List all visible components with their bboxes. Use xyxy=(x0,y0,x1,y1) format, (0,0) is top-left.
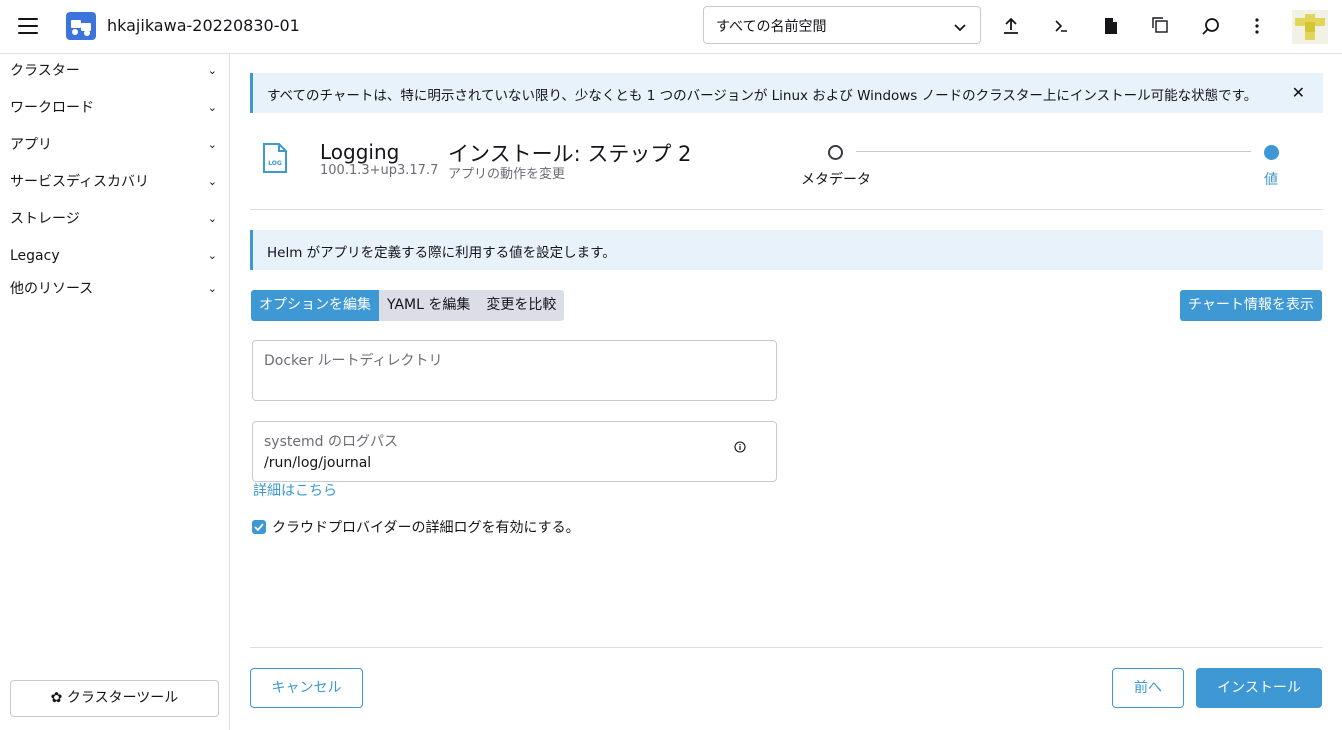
gear-icon: ✿ xyxy=(50,690,63,706)
chevron-down-icon: ⌄ xyxy=(207,64,217,77)
chevron-down-icon: ⌄ xyxy=(207,212,217,225)
tab-edit-yaml[interactable]: YAML を編集 xyxy=(379,290,479,321)
svg-text:LOG: LOG xyxy=(268,160,282,167)
cluster-tools-label: クラスターツール xyxy=(66,690,179,706)
windows-linux-banner: すべてのチャートは、特に明示されていない限り、少なくとも 1 つのバージョンが … xyxy=(250,73,1323,113)
sidebar-item-label: ワークロード xyxy=(10,100,94,116)
field-label: systemd のログパス xyxy=(264,434,398,450)
sidebar-item-label: 他のリソース xyxy=(10,281,94,297)
helm-info-banner: Helm がアプリを定義する際に利用する値を設定します。 xyxy=(250,230,1323,270)
namespace-select-value: すべての名前空間 xyxy=(716,19,827,35)
info-text: Helm がアプリを定義する際に利用する値を設定します。 xyxy=(267,245,616,261)
more-vertical-icon[interactable] xyxy=(1245,14,1269,38)
top-header: hkajikawa-20220830-01 すべての名前空間 xyxy=(0,0,1342,54)
upload-icon[interactable] xyxy=(999,14,1023,38)
checkbox-label[interactable]: クラウドプロバイダーの詳細ログを有効にする。 xyxy=(272,517,580,537)
chevron-down-icon xyxy=(954,20,966,36)
edit-mode-tabs: オプションを編集 YAML を編集 変更を比較 xyxy=(251,290,565,321)
field-label: Docker ルートディレクトリ xyxy=(264,353,443,369)
more-info-link[interactable]: 詳細はこちら xyxy=(253,480,337,500)
step-metadata-indicator[interactable] xyxy=(828,145,843,160)
install-button[interactable]: インストール xyxy=(1196,668,1322,708)
chevron-down-icon: ⌄ xyxy=(207,138,217,151)
cancel-button[interactable]: キャンセル xyxy=(250,668,363,708)
banner-text: すべてのチャートは、特に明示されていない限り、少なくとも 1 つのバージョンが … xyxy=(267,88,1258,104)
divider xyxy=(250,209,1323,210)
sidebar-item-storage[interactable]: ストレージ ⌄ xyxy=(0,205,229,233)
tab-edit-options[interactable]: オプションを編集 xyxy=(251,290,379,321)
sidebar: クラスター ⌄ ワークロード ⌄ アプリ ⌄ サービスディスカバリ ⌄ ストレー… xyxy=(0,54,230,730)
page-subtitle: アプリの動作を変更 xyxy=(448,167,566,182)
divider xyxy=(250,647,1323,648)
search-icon[interactable] xyxy=(1199,14,1223,38)
tab-compare-changes[interactable]: 変更を比較 xyxy=(478,290,565,321)
docker-root-dir-field[interactable]: Docker ルートディレクトリ xyxy=(252,340,777,401)
namespace-select[interactable]: すべての名前空間 xyxy=(703,6,981,44)
show-chart-info-button[interactable]: チャート情報を表示 xyxy=(1180,290,1322,321)
copy-kubeconfig-icon[interactable] xyxy=(1149,14,1173,38)
sidebar-item-legacy[interactable]: Legacy ⌄ xyxy=(0,242,229,270)
info-icon[interactable] xyxy=(734,441,746,457)
menu-icon[interactable] xyxy=(18,18,38,34)
app-name: Logging xyxy=(320,140,400,164)
cluster-name: hkajikawa-20220830-01 xyxy=(107,16,300,35)
step-metadata-label[interactable]: メタデータ xyxy=(801,169,871,189)
sidebar-item-label: サービスディスカバリ xyxy=(10,174,150,190)
sidebar-item-label: ストレージ xyxy=(10,211,80,227)
sidebar-item-workload[interactable]: ワークロード ⌄ xyxy=(0,94,229,122)
app-version: 100.1.3+up3.17.7 xyxy=(320,163,439,178)
stepper-line xyxy=(856,151,1251,152)
chevron-down-icon: ⌄ xyxy=(207,282,217,295)
previous-button[interactable]: 前へ xyxy=(1112,668,1184,708)
sidebar-item-cluster[interactable]: クラスター ⌄ xyxy=(0,57,229,85)
sidebar-item-label: クラスター xyxy=(10,63,80,79)
sidebar-item-apps[interactable]: アプリ ⌄ xyxy=(0,131,229,159)
kubeconfig-file-icon[interactable] xyxy=(1099,14,1123,38)
step-values-indicator[interactable] xyxy=(1264,145,1279,160)
cluster-tools-button[interactable]: ✿ クラスターツール xyxy=(10,680,219,717)
close-icon[interactable]: ✕ xyxy=(1292,83,1305,102)
chevron-down-icon: ⌄ xyxy=(207,101,217,114)
kubectl-shell-icon[interactable] xyxy=(1049,14,1073,38)
sidebar-item-service-discovery[interactable]: サービスディスカバリ ⌄ xyxy=(0,168,229,196)
log-file-icon: LOG xyxy=(262,142,288,174)
cloud-provider-verbose-log-option: クラウドプロバイダーの詳細ログを有効にする。 xyxy=(252,517,580,537)
field-value[interactable]: /run/log/journal xyxy=(264,455,765,471)
systemd-log-path-field[interactable]: systemd のログパス /run/log/journal xyxy=(252,421,777,482)
step-values-label[interactable]: 値 xyxy=(1264,169,1278,189)
user-avatar[interactable] xyxy=(1292,10,1328,44)
chevron-down-icon: ⌄ xyxy=(207,175,217,188)
main-content: すべてのチャートは、特に明示されていない限り、少なくとも 1 つのバージョンが … xyxy=(231,54,1342,730)
verbose-log-checkbox[interactable] xyxy=(252,520,266,534)
chevron-down-icon: ⌄ xyxy=(207,249,217,262)
sidebar-item-label: アプリ xyxy=(10,137,52,153)
sidebar-item-label: Legacy xyxy=(10,248,60,264)
cluster-logo-icon xyxy=(66,12,96,40)
sidebar-item-more-resources[interactable]: 他のリソース ⌄ xyxy=(0,275,229,303)
